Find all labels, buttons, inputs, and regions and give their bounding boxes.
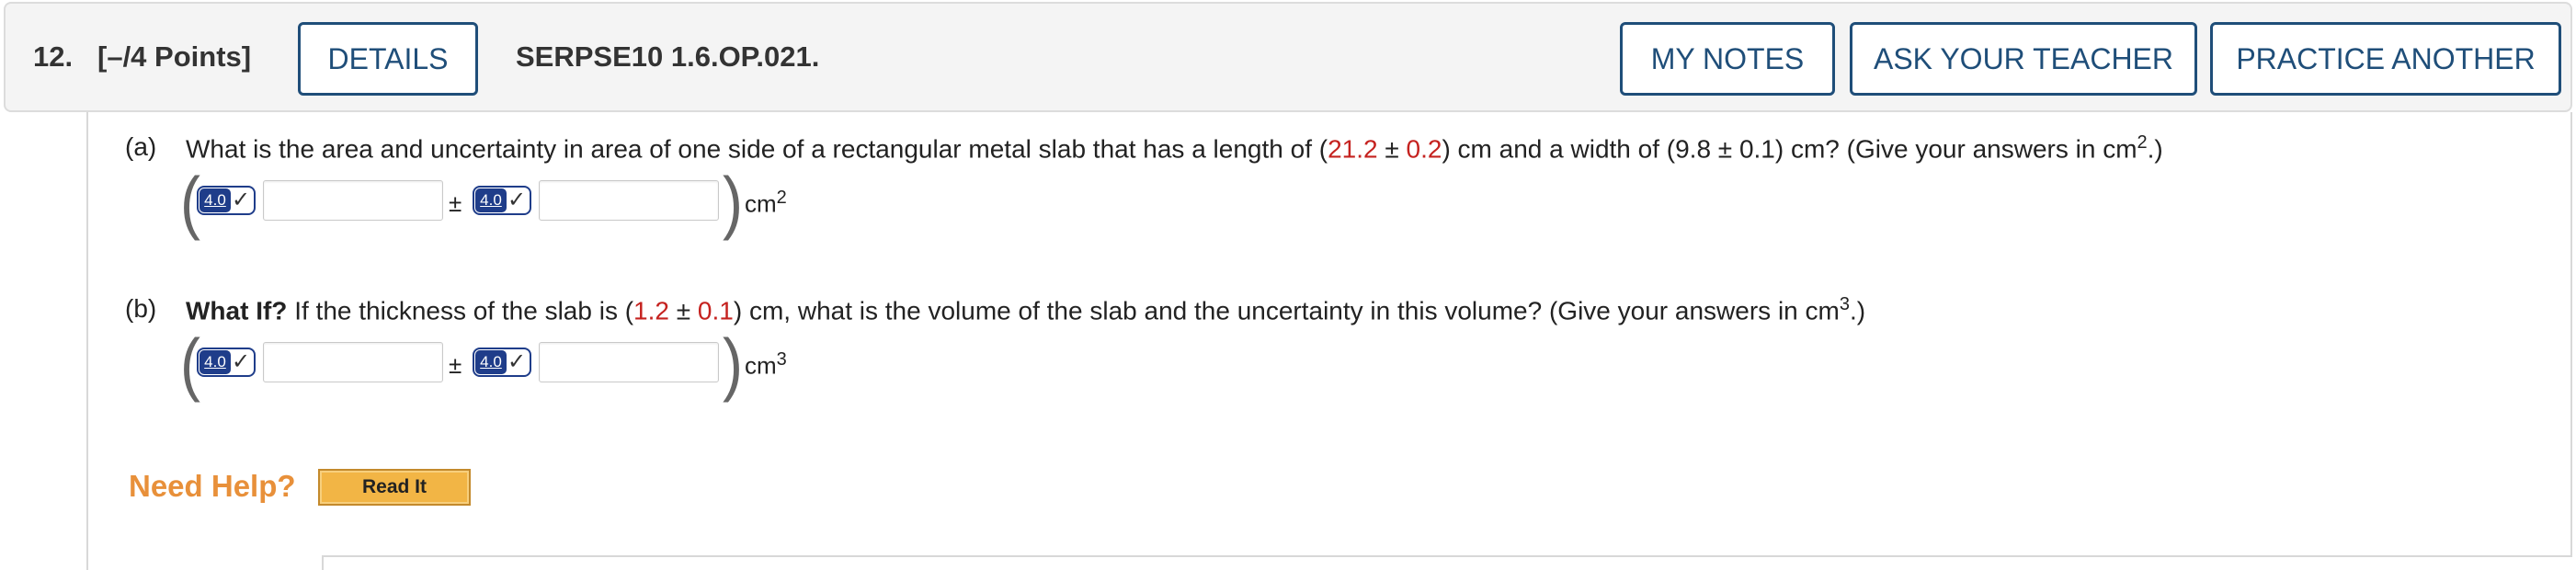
thickness-uncertainty: 0.1 [697,296,734,325]
practice-another-button[interactable]: PRACTICE ANOTHER [2210,22,2561,96]
part-b-question: What If? If the thickness of the slab is… [186,294,1865,325]
part-b-sup: 3 [1839,294,1850,314]
question-header: 12. [–/4 Points] DETAILS SERPSE10 1.6.OP… [4,2,2572,112]
thickness-value: 1.2 [633,296,669,325]
part-a-text-2: ± [1377,134,1407,164]
sig-fig-badge[interactable]: 4.0 ✓ [473,348,531,377]
check-icon: ✓ [507,349,527,374]
unit-sup: 2 [776,188,787,208]
sig-fig-value: 4.0 [475,350,507,374]
volume-unit: cm3 [745,349,787,381]
sig-fig-badge[interactable]: 4.0 ✓ [197,348,256,377]
volume-uncertainty-input[interactable] [539,342,719,382]
part-a-sup: 2 [2137,132,2148,153]
part-a-text-3: ) cm and a width of (9.8 ± 0.1) cm? (Giv… [1442,134,2137,164]
length-value: 21.2 [1328,134,1378,164]
sig-fig-value: 4.0 [475,188,507,212]
part-a-text-4: .) [2147,134,2163,164]
question-code: SERPSE10 1.6.OP.021. [516,40,820,73]
sig-fig-value: 4.0 [199,350,231,374]
area-uncertainty-input[interactable] [539,180,719,221]
sig-fig-badge[interactable]: 4.0 ✓ [473,186,531,215]
part-b-letter: (b) [125,294,157,323]
length-uncertainty: 0.2 [1406,134,1442,164]
unit-text: cm [745,351,777,380]
read-it-button[interactable]: Read It [318,469,471,506]
unit-sup: 3 [776,349,787,370]
need-help-label: Need Help? [129,469,296,503]
part-b-text-3: ) cm, what is the volume of the slab and… [733,296,1840,325]
unit-text: cm [745,189,777,218]
my-notes-button[interactable]: MY NOTES [1620,22,1835,96]
volume-value-input[interactable] [263,342,443,382]
sig-fig-value: 4.0 [199,188,231,212]
ask-your-teacher-button[interactable]: ASK YOUR TEACHER [1850,22,2197,96]
sig-fig-badge[interactable]: 4.0 ✓ [197,186,256,215]
part-b-text-2: ± [668,296,698,325]
content-border [86,112,88,570]
part-b-text-1: If the thickness of the slab is ( [287,296,634,325]
what-if-label: What If? [186,296,288,325]
details-button[interactable]: DETAILS [298,22,478,96]
part-a-text-1: What is the area and uncertainty in area… [186,134,1328,164]
check-icon: ✓ [232,349,251,374]
part-b-text-4: .) [1849,296,1866,325]
question-number: 12. [33,40,74,73]
plus-minus-sign: ± [449,351,462,379]
part-a-question: What is the area and uncertainty in area… [186,132,2163,164]
check-icon: ✓ [507,188,527,212]
question-points: [–/4 Points] [97,40,252,73]
check-icon: ✓ [232,188,251,212]
area-unit: cm2 [745,188,787,219]
content-border [2570,112,2572,555]
plus-minus-sign: ± [449,189,462,217]
part-a-letter: (a) [125,132,157,161]
area-value-input[interactable] [263,180,443,221]
close-paren: ) [723,162,743,241]
next-question-panel [322,555,2572,570]
close-paren: ) [723,324,743,403]
